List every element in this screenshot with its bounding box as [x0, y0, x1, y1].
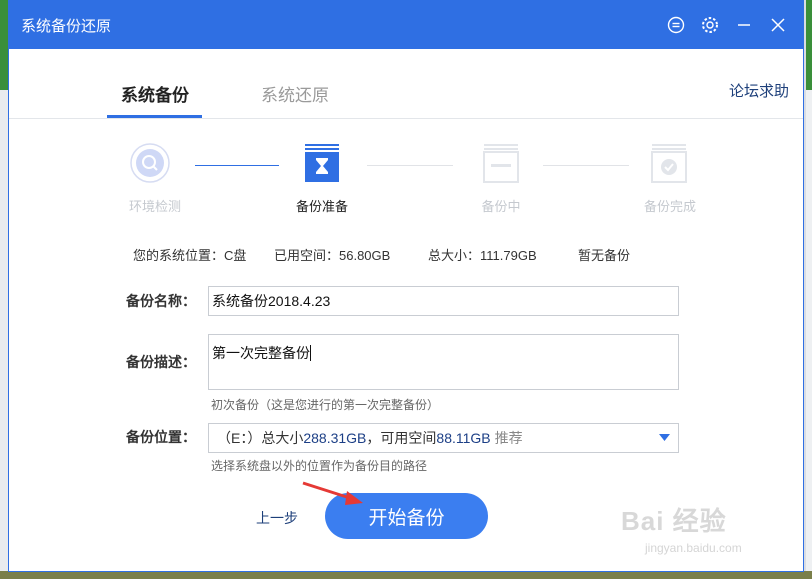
- title-bar: 系统备份还原: [9, 1, 803, 49]
- desktop-background-right: [806, 0, 812, 579]
- location-recommend: 推荐: [494, 430, 523, 446]
- system-location: 您的系统位置：C盘: [133, 248, 247, 263]
- window-title: 系统备份还原: [21, 17, 112, 35]
- forum-help-link[interactable]: 论坛求助: [729, 80, 789, 101]
- backup-restore-window: 系统备份还原 系统备份 系统还原 论坛求助 环境检测 备份准备 备份中 备份完成…: [8, 0, 804, 572]
- chevron-down-icon: [659, 434, 670, 441]
- total-size: 总大小：111.79GB: [428, 248, 537, 263]
- backing-up-icon: [483, 144, 519, 183]
- backup-name-label: 备份名称：: [126, 293, 196, 309]
- location-free: 88.11GB: [436, 430, 491, 446]
- environment-check-icon: [130, 143, 170, 183]
- location-middle: ，可用空间: [366, 430, 437, 446]
- step-connector-1: [195, 165, 279, 166]
- backup-location-hint: 选择系统盘以外的位置作为备份目的路径: [211, 459, 428, 473]
- step-label-backing-up: 备份中: [481, 199, 521, 214]
- desktop-background-left: [0, 0, 8, 579]
- used-space: 已用空间：56.80GB: [274, 248, 391, 263]
- close-icon[interactable]: [763, 10, 793, 40]
- gear-icon[interactable]: [695, 10, 725, 40]
- previous-step-button[interactable]: 上一步: [256, 508, 298, 528]
- baidu-watermark-url: jingyan.baidu.com: [645, 541, 742, 555]
- system-info-row: 您的系统位置：C盘 已用空间：56.80GB 总大小：111.79GB 暂无备份: [9, 245, 805, 263]
- tab-bar: 系统备份 系统还原 论坛求助: [9, 49, 803, 119]
- red-arrow-icon: [302, 481, 363, 505]
- backup-description-hint: 初次备份（这是您进行的第一次完整备份）: [211, 398, 440, 412]
- backup-name-input[interactable]: [208, 286, 679, 316]
- step-label-backup-prepare: 备份准备: [295, 199, 348, 214]
- progress-stepper: 环境检测 备份准备 备份中 备份完成: [9, 141, 805, 221]
- backup-location-label: 备份位置：: [126, 429, 196, 445]
- step-label-backup-complete: 备份完成: [643, 199, 696, 214]
- location-total: 288.31GB: [303, 430, 367, 446]
- step-label-environment-check: 环境检测: [128, 199, 181, 214]
- hourglass-icon: [305, 144, 339, 182]
- baidu-watermark: Bai 经验: [621, 506, 727, 536]
- step-connector-2: [367, 165, 453, 166]
- tab-system-restore[interactable]: 系统还原: [261, 81, 329, 106]
- active-tab-indicator: [107, 115, 202, 118]
- backup-description-text: 第一次完整备份: [212, 345, 310, 361]
- backup-status: 暂无备份: [578, 248, 631, 263]
- tab-system-backup[interactable]: 系统备份: [121, 81, 189, 106]
- backup-complete-icon: [651, 144, 687, 183]
- backup-description-input[interactable]: 第一次完整备份: [208, 334, 679, 390]
- location-prefix: （E：）总大小: [217, 430, 304, 446]
- backup-location-select[interactable]: （E：）总大小 288.31GB ，可用空间 88.11GB 推荐: [208, 423, 679, 453]
- backup-description-label: 备份描述：: [126, 354, 196, 370]
- text-cursor: [310, 345, 311, 361]
- feedback-icon[interactable]: [661, 10, 691, 40]
- minimize-icon[interactable]: [729, 10, 759, 40]
- taskbar-edge: [0, 571, 812, 579]
- step-connector-3: [543, 165, 629, 166]
